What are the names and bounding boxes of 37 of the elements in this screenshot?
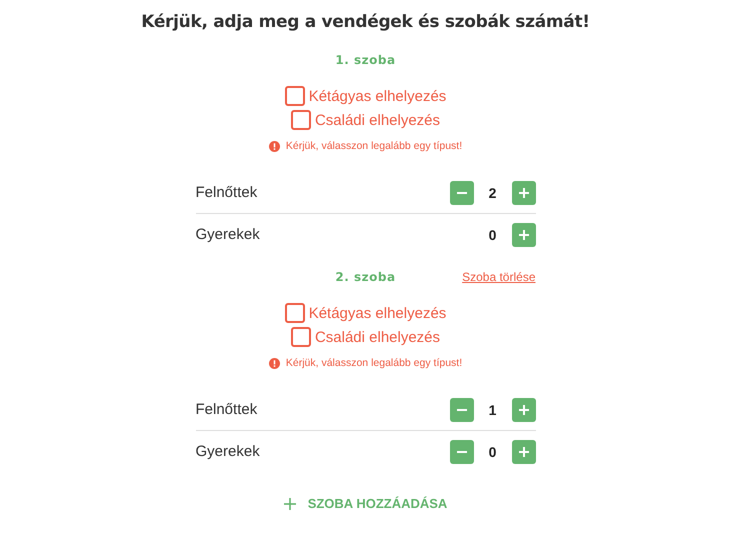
plus-icon bbox=[518, 230, 528, 240]
checkbox-label: Családi elhelyezés bbox=[314, 328, 440, 346]
counter-label: Gyerekek bbox=[196, 226, 260, 243]
plus-icon bbox=[518, 446, 528, 456]
plus-button[interactable] bbox=[512, 222, 536, 246]
room-label: 2. szoba bbox=[335, 270, 396, 284]
page-title: Kérjük, adja meg a vendégek és szobák számát! bbox=[141, 12, 590, 32]
plus-button[interactable] bbox=[512, 398, 536, 422]
plus-button[interactable] bbox=[512, 440, 536, 464]
checkbox-label: Családi elhelyezés bbox=[314, 112, 440, 128]
counter-label: Felnőttek bbox=[196, 401, 258, 418]
room-label: 1. szoba bbox=[335, 53, 396, 67]
counter-value: 0 bbox=[488, 444, 498, 460]
error-icon bbox=[268, 140, 280, 152]
error-icon bbox=[268, 358, 280, 368]
checkbox[interactable] bbox=[284, 86, 305, 106]
error-message: Kérjük, válasszon legalább egy típust! bbox=[286, 140, 462, 152]
error-message: Kérjük, válasszon legalább egy típust! bbox=[286, 357, 462, 369]
plus-button[interactable] bbox=[512, 180, 536, 204]
minus-button[interactable] bbox=[450, 440, 474, 464]
counter-value: 0 bbox=[488, 226, 498, 242]
checkbox[interactable] bbox=[290, 110, 311, 130]
checkbox-label: Kétágyas elhelyezés bbox=[308, 304, 446, 322]
checkbox[interactable] bbox=[284, 303, 305, 323]
checkbox[interactable] bbox=[290, 327, 311, 347]
plus-icon bbox=[518, 404, 528, 414]
minus-button[interactable] bbox=[450, 398, 474, 422]
counter-value: 1 bbox=[488, 402, 498, 418]
delete-room-link[interactable]: Szoba törlése bbox=[462, 270, 536, 284]
checkbox-label: Kétágyas elhelyezés bbox=[308, 88, 446, 104]
counter-label: Felnőttek bbox=[196, 184, 258, 201]
minus-button[interactable] bbox=[450, 180, 474, 204]
plus-icon bbox=[518, 188, 528, 198]
add-room-button[interactable]: SZOBA HOZZÁADÁSA bbox=[280, 492, 452, 515]
plus-icon bbox=[284, 498, 296, 510]
counter-label: Gyerekek bbox=[196, 443, 260, 460]
counter-value: 2 bbox=[488, 184, 498, 200]
